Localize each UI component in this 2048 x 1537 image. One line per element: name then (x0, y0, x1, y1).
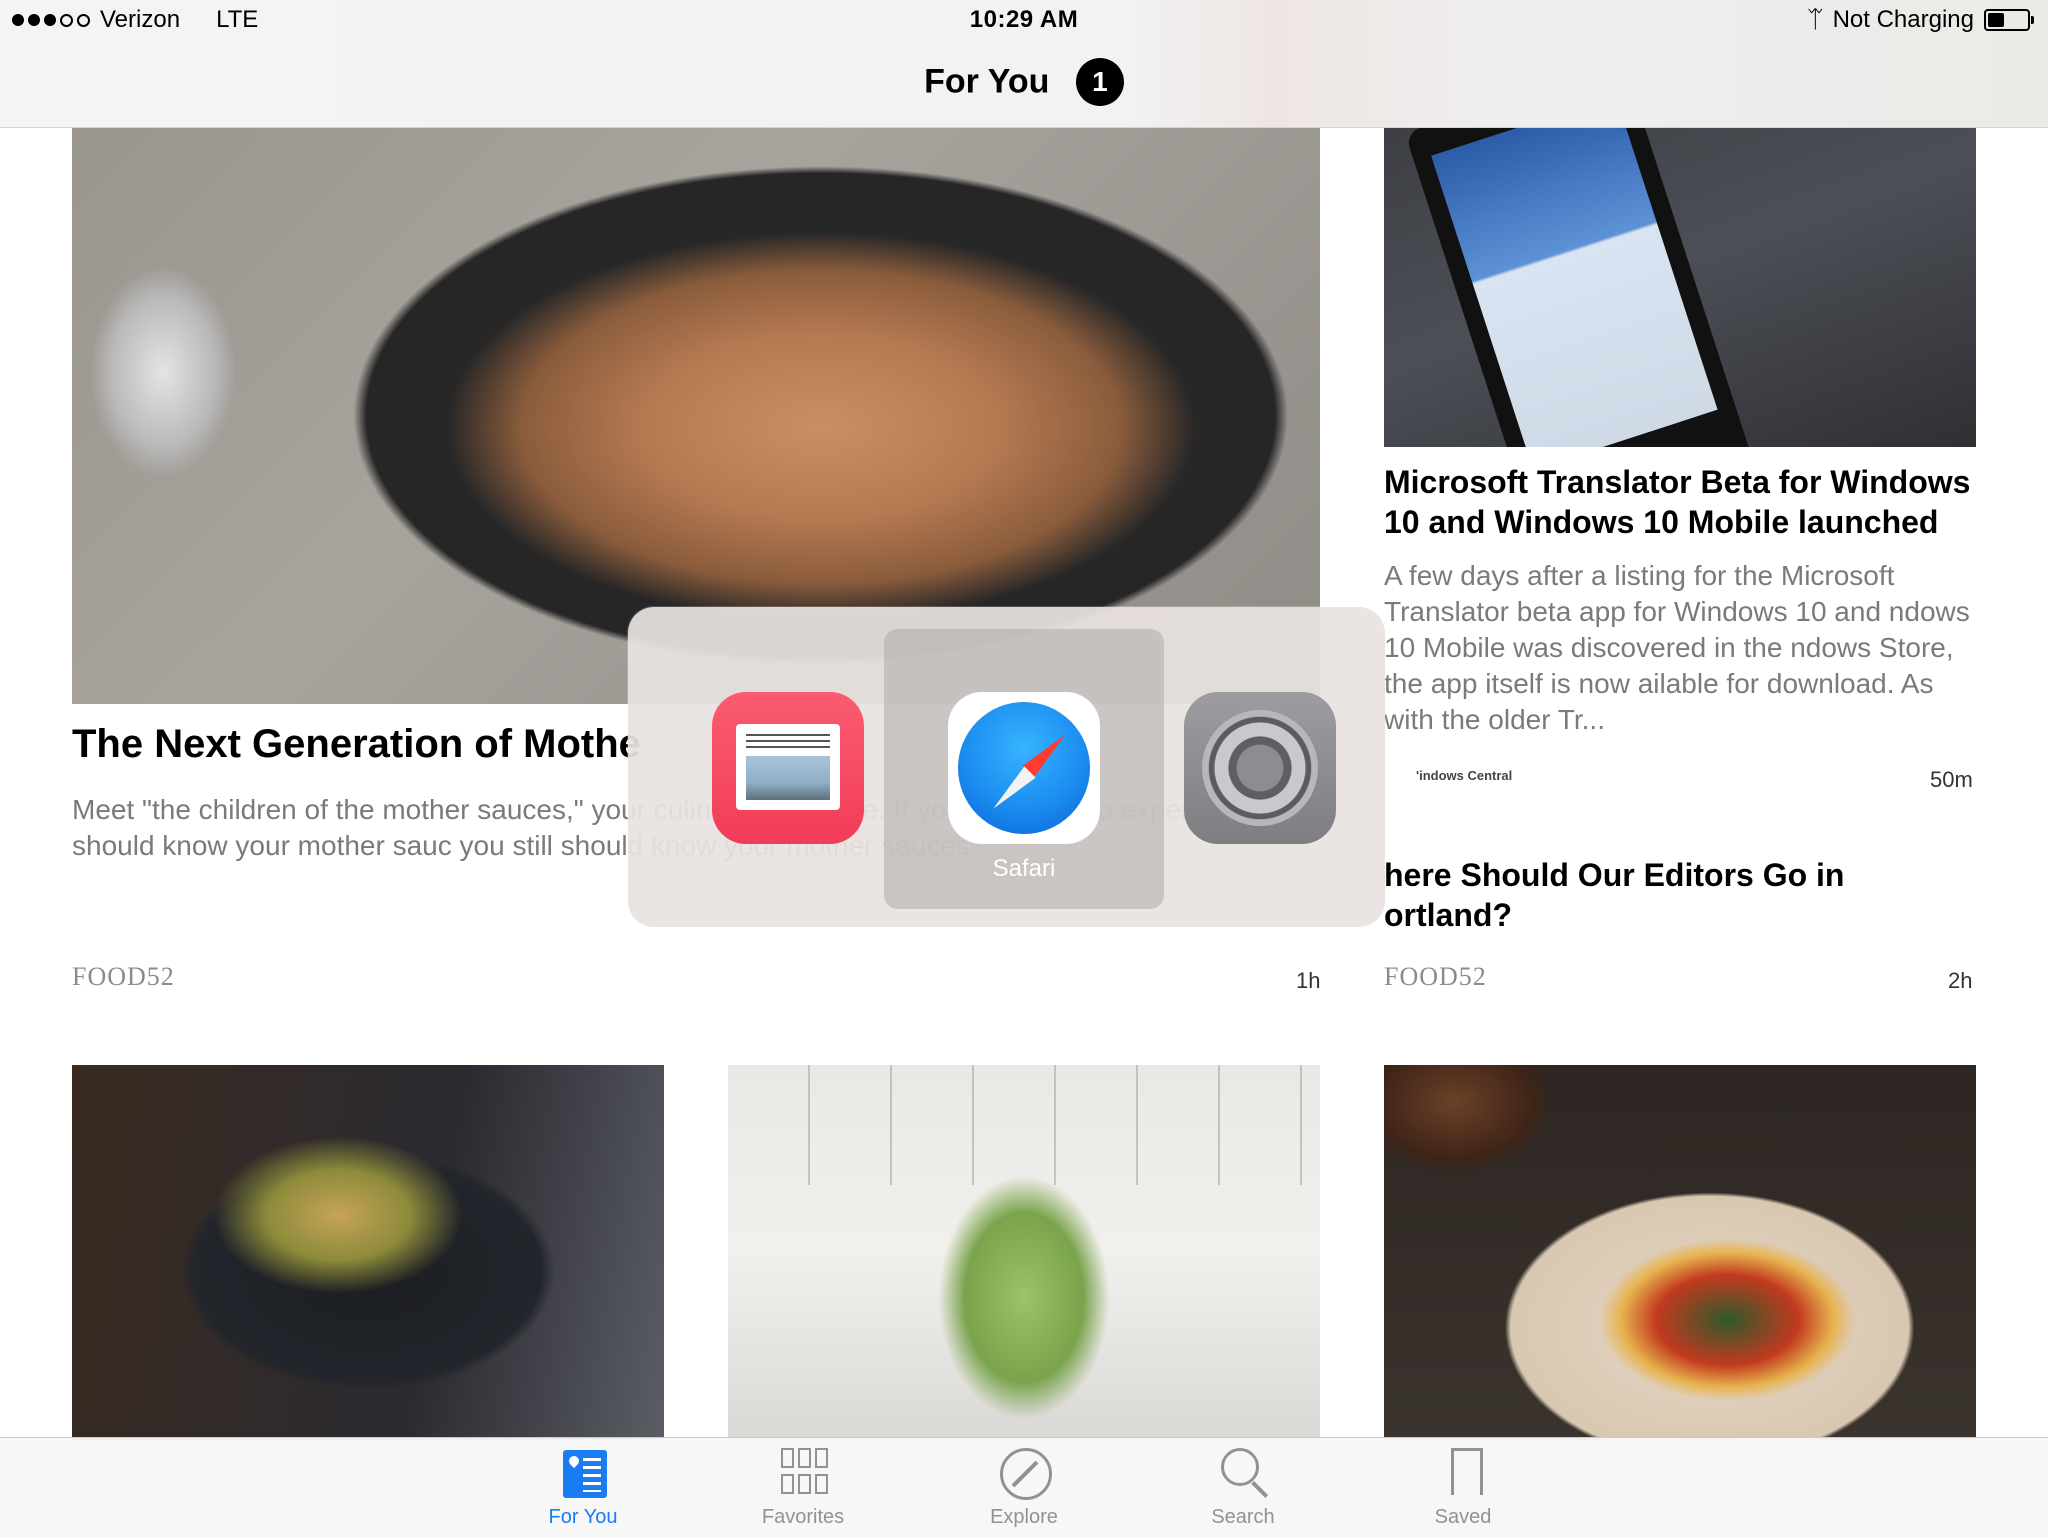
explore-icon (1000, 1448, 1052, 1500)
page-title: For You (924, 62, 1050, 101)
article-image-avocado-jar[interactable] (728, 1065, 1320, 1440)
tab-bar: For You Favorites Explore Search Saved (0, 1437, 2048, 1537)
tab-search[interactable]: Search (1163, 1446, 1323, 1529)
app-switcher: Safari (628, 607, 1385, 927)
saved-icon (1451, 1448, 1483, 1498)
tab-for-you[interactable]: For You (503, 1446, 663, 1529)
favorites-icon (781, 1448, 829, 1496)
article-time-translator: 50m (1930, 767, 1973, 792)
app-switcher-label: Safari (992, 855, 1056, 882)
article-image-phone[interactable] (1384, 127, 1976, 447)
search-icon (1221, 1448, 1259, 1486)
top-bar: Verizon LTE 10:29 AM ᛠ Not Charging For … (0, 0, 2048, 128)
spoon-illustration (72, 247, 332, 704)
article-source-portland: FOOD52 (1384, 962, 1487, 991)
news-app-icon[interactable] (712, 692, 864, 844)
tab-label: Saved (1434, 1506, 1492, 1528)
status-time: 10:29 AM (969, 6, 1079, 33)
tab-favorites[interactable]: Favorites (723, 1446, 883, 1529)
charging-status: Not Charging (1832, 6, 1974, 33)
tab-label: Favorites (761, 1506, 845, 1528)
wood-panel-illustration (728, 1065, 1320, 1185)
compass-icon (958, 702, 1090, 834)
newspaper-icon (736, 724, 840, 810)
article-source-translator: 'indows Central (1416, 768, 1513, 783)
tab-label: Explore (990, 1506, 1058, 1528)
tab-label: For You (548, 1506, 618, 1528)
status-bar-right: ᛠ Not Charging (1808, 6, 2034, 34)
tab-label: Search (1211, 1506, 1275, 1528)
safari-app-icon[interactable] (948, 692, 1100, 844)
bluetooth-icon: ᛠ (1808, 6, 1823, 33)
battery-icon (1984, 9, 2034, 31)
nav-title-area: For You 1 (0, 58, 2048, 106)
battery-level (1988, 13, 2005, 27)
tab-explore[interactable]: Explore (944, 1446, 1104, 1529)
article-time-portland: 2h (1948, 968, 1973, 993)
for-you-icon (563, 1450, 607, 1498)
article-headline-translator[interactable]: Microsoft Translator Beta for Windows 10… (1384, 462, 1976, 542)
article-headline-main[interactable]: The Next Generation of Mothe (72, 722, 641, 767)
article-source-main: FOOD52 (72, 962, 175, 991)
settings-app-icon[interactable] (1184, 692, 1336, 844)
gear-icon (1202, 710, 1318, 826)
phone-illustration (1404, 127, 1754, 447)
article-time-main: 1h (1296, 968, 1321, 993)
article-image-salmon[interactable] (72, 1065, 664, 1440)
tab-saved[interactable]: Saved (1383, 1446, 1543, 1529)
article-excerpt-translator: A few days after a listing for the Micro… (1384, 560, 1970, 735)
article-image-polenta[interactable] (1384, 1065, 1976, 1440)
article-headline-portland[interactable]: here Should Our Editors Go in ortland? (1384, 855, 1976, 935)
notification-badge[interactable]: 1 (1075, 58, 1124, 106)
